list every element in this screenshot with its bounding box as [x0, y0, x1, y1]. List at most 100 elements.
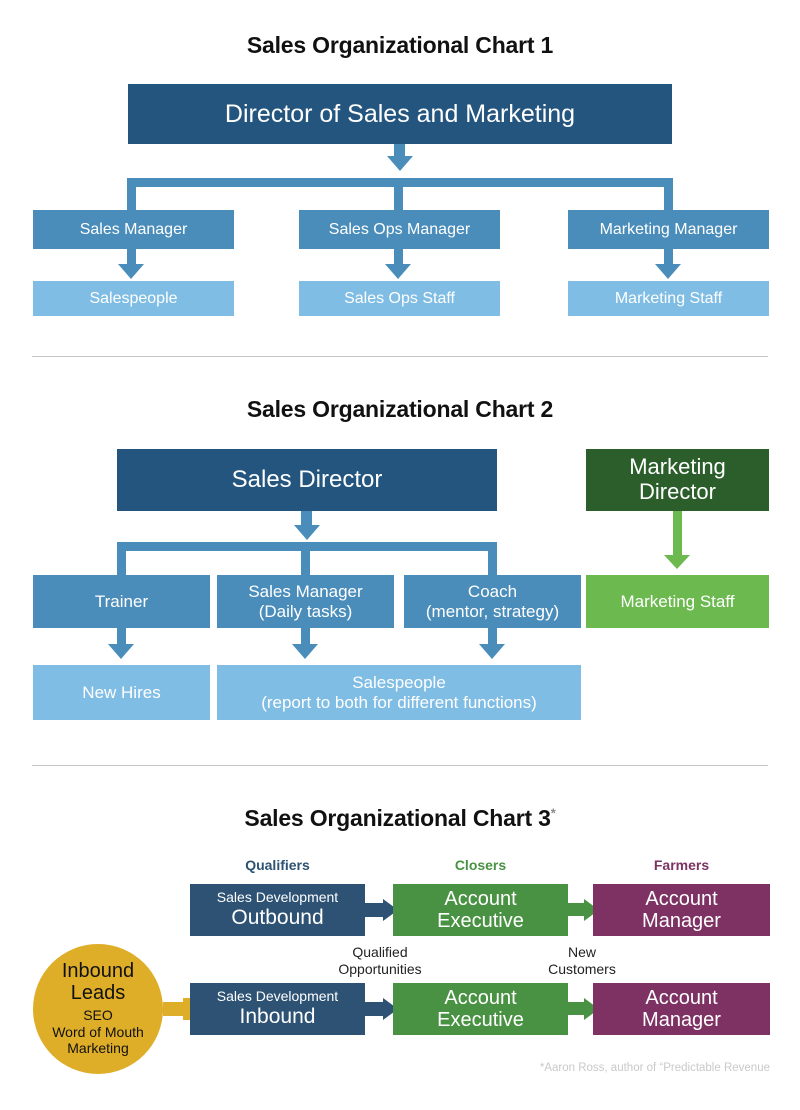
chart3-flow-label-qualified-line2: Opportunities: [338, 960, 422, 977]
chart2-marketing-director-line2: Director: [638, 479, 716, 504]
chart1-staff-label-3: Marketing Staff: [614, 289, 723, 307]
chart2-marketing-director-label: Marketing Director: [629, 455, 726, 504]
chart2-arrowhead-coach: [479, 644, 505, 659]
chart2-salespeople-label: Salespeople (report to both for differen…: [261, 673, 537, 711]
chart2-role-label-sales-manager: Sales Manager (Daily tasks): [248, 582, 362, 620]
chart1-root-label: Director of Sales and Marketing: [224, 100, 576, 128]
chart1-manager-box-3[interactable]: Marketing Manager: [568, 210, 769, 249]
chart2-role-coach-line1: Coach: [467, 582, 518, 602]
chart3-row2-stage3-label: Account Manager: [642, 987, 721, 1032]
chart2-role-box-sales-manager[interactable]: Sales Manager (Daily tasks): [217, 575, 394, 628]
chart3-inbound-leads-line5: Marketing: [67, 1040, 129, 1057]
chart2-role-box-coach[interactable]: Coach (mentor, strategy): [404, 575, 581, 628]
chart2-arrowhead-trainer: [108, 644, 134, 659]
chart2-role-box-trainer[interactable]: Trainer: [33, 575, 210, 628]
chart3-row2-stage1-big: Inbound: [239, 1005, 316, 1029]
chart1-arrowhead-2: [385, 264, 411, 279]
chart3-row2-stage2-line2: Executive: [437, 1009, 524, 1031]
chart3-row2-stage3-line1: Account: [645, 986, 718, 1009]
chart3-row1-stage1-big: Outbound: [231, 906, 324, 930]
chart3-row1-stage2-label: Account Executive: [437, 888, 524, 933]
chart3-flow-label-qualified: Qualified Opportunities: [305, 944, 455, 978]
chart3-row1-stage3-line2: Manager: [642, 910, 721, 932]
chart2-new-hires-label: New Hires: [82, 682, 161, 702]
chart3-row2-connector-1: [365, 1002, 385, 1016]
chart1-root-box[interactable]: Director of Sales and Marketing: [128, 84, 672, 144]
chart3-flow-label-new-line1: New: [567, 944, 596, 960]
chart2-sales-director-box[interactable]: Sales Director: [117, 449, 497, 511]
divider-2: [32, 765, 768, 766]
chart2-role-label-trainer: Trainer: [95, 592, 148, 611]
chart3-row1-stage2-box[interactable]: Account Executive: [393, 884, 568, 936]
chart2-salespeople-box[interactable]: Salespeople (report to both for differen…: [217, 665, 581, 720]
chart1-arrowhead-3: [655, 264, 681, 279]
chart1-manager-label-2: Sales Ops Manager: [328, 220, 471, 238]
chart1-manager-box-1[interactable]: Sales Manager: [33, 210, 234, 249]
chart3-column-header-closers: Closers: [454, 857, 507, 873]
chart1-staff-box-3[interactable]: Marketing Staff: [568, 281, 769, 316]
chart3-row2-stage1-box[interactable]: Sales Development Inbound: [190, 983, 365, 1035]
chart3-row2-stage1-label: Sales Development Inbound: [217, 989, 338, 1028]
chart1-staff-label-2: Sales Ops Staff: [344, 289, 455, 307]
chart1-manager-label-3: Marketing Manager: [599, 220, 738, 238]
chart3-inbound-leads-line2: Leads: [70, 981, 126, 1004]
chart3-row1-stage1-box[interactable]: Sales Development Outbound: [190, 884, 365, 936]
chart3-title: Sales Organizational Chart 3*: [0, 805, 800, 832]
chart1-arrowhead-1: [118, 264, 144, 279]
chart1-arrowhead-root: [387, 156, 413, 171]
chart2-salespeople-line1: Salespeople: [352, 673, 446, 693]
chart1-staff-box-2[interactable]: Sales Ops Staff: [299, 281, 500, 316]
chart2-arrowhead-root: [294, 525, 320, 540]
chart3-row1-stage3-line1: Account: [645, 887, 718, 910]
chart3-row1-stage1-label: Sales Development Outbound: [217, 890, 338, 929]
chart1-manager-box-2[interactable]: Sales Ops Manager: [299, 210, 500, 249]
chart3-row2-stage2-box[interactable]: Account Executive: [393, 983, 568, 1035]
chart3-inbound-leads-line3: SEO: [83, 1007, 113, 1024]
chart3-row1-stage2-line2: Executive: [437, 910, 524, 932]
chart3-flow-label-new-customers: New Customers: [519, 944, 645, 978]
chart2-role-sales-manager-line2: (Daily tasks): [258, 601, 353, 621]
chart1-title: Sales Organizational Chart 1: [246, 32, 554, 58]
divider-1: [32, 356, 768, 357]
chart3-row1-stage3-label: Account Manager: [642, 888, 721, 933]
chart2-arrowhead-manager: [292, 644, 318, 659]
chart3-title-text: Sales Organizational Chart 3: [244, 805, 551, 831]
chart3-row2-stage1-small: Sales Development: [216, 988, 339, 1005]
chart2-connector-marketing-stem: [673, 509, 682, 559]
chart2-role-sales-manager-line1: Sales Manager: [248, 582, 363, 602]
chart3-footnote: *Aaron Ross, author of “Predictable Reve…: [539, 1062, 770, 1074]
chart1-manager-label-1: Sales Manager: [79, 220, 188, 238]
chart3-row1-connector-1: [365, 903, 385, 917]
chart2-marketing-director-box[interactable]: Marketing Director: [586, 449, 769, 511]
chart2-role-coach-line2: (mentor, strategy): [425, 601, 560, 621]
chart2-marketing-director-line1: Marketing: [629, 454, 726, 480]
chart3-row1-stage2-line1: Account: [444, 887, 517, 910]
chart1-staff-label-1: Salespeople: [89, 289, 178, 307]
chart2-new-hires-box[interactable]: New Hires: [33, 665, 210, 720]
infographic-canvas: Sales Organizational Chart 1 Director of…: [0, 0, 800, 1110]
chart3-row2-stage3-line2: Manager: [642, 1009, 721, 1031]
chart3-row2-stage2-label: Account Executive: [437, 987, 524, 1032]
chart2-role-trainer-line1: Trainer: [94, 591, 149, 611]
chart3-row2-stage3-box[interactable]: Account Manager: [593, 983, 770, 1035]
chart3-column-header-farmers: Farmers: [653, 857, 710, 873]
chart2-role-label-coach: Coach (mentor, strategy): [426, 582, 559, 620]
chart2-marketing-staff-label: Marketing Staff: [620, 591, 735, 611]
chart3-row2-stage2-line1: Account: [444, 986, 517, 1009]
chart2-arrowhead-marketing: [664, 555, 690, 569]
chart3-flow-label-new-line2: Customers: [548, 960, 616, 977]
chart3-row2-connector-0: [163, 1002, 185, 1016]
chart2-title: Sales Organizational Chart 2: [246, 396, 554, 422]
chart3-inbound-leads-line1: Inbound: [61, 960, 135, 983]
chart2-salespeople-line2: (report to both for different functions): [261, 692, 537, 712]
chart3-flow-label-qualified-line1: Qualified: [352, 944, 408, 960]
chart3-inbound-leads-circle[interactable]: Inbound Leads SEO Word of Mouth Marketin…: [33, 944, 163, 1074]
chart1-staff-box-1[interactable]: Salespeople: [33, 281, 234, 316]
chart2-sales-director-label: Sales Director: [231, 465, 383, 493]
chart3-title-superscript: *: [550, 805, 556, 821]
chart3-row1-stage3-box[interactable]: Account Manager: [593, 884, 770, 936]
chart3-column-header-qualifiers: Qualifiers: [245, 857, 310, 873]
chart3-row1-stage1-small: Sales Development: [216, 889, 339, 906]
chart2-marketing-staff-box[interactable]: Marketing Staff: [586, 575, 769, 628]
chart3-inbound-leads-line4: Word of Mouth: [52, 1023, 144, 1040]
